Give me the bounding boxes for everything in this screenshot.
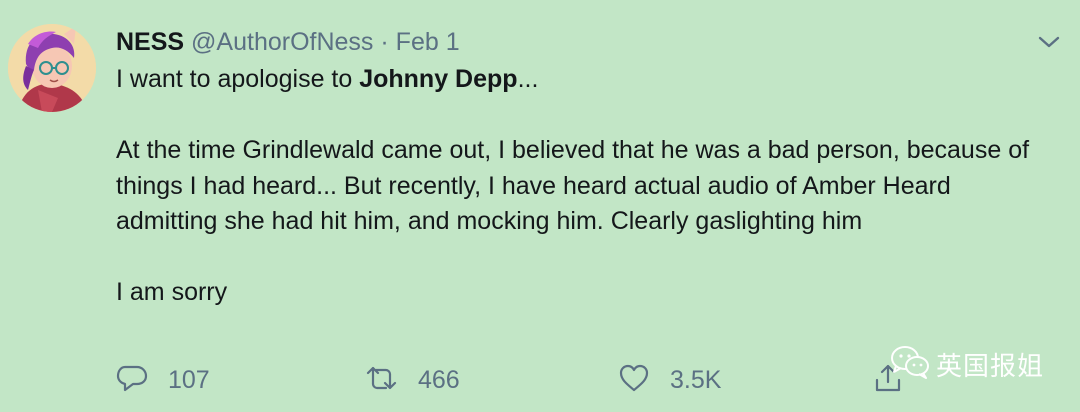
retweet-icon [366, 362, 398, 399]
wechat-icon [890, 345, 930, 384]
tweet-line-1-prefix: I want to apologise to [116, 65, 360, 93]
chevron-down-icon[interactable] [1036, 32, 1062, 52]
author-name[interactable]: NESS [116, 28, 184, 56]
tweet-line-1: I want to apologise to Johnny Depp... [116, 62, 1056, 98]
mention-johnny-depp: Johnny Depp [359, 65, 518, 93]
watermark-text: 英国报姐 [936, 350, 1045, 381]
like-count: 3.5K [670, 365, 722, 394]
tweet-paragraph-2: At the time Grindlewald came out, I beli… [116, 136, 1030, 235]
reply-icon [116, 362, 148, 399]
heart-icon [618, 362, 650, 399]
tweet-paragraph-3: I am sorry [116, 278, 228, 306]
watermark: 英国报姐 [890, 344, 1044, 384]
tweet-line-1-suffix: ... [517, 65, 539, 93]
tweet-header: NESS @AuthorOfNess · Feb 1 [116, 26, 460, 58]
author-handle[interactable]: @AuthorOfNess [191, 28, 373, 56]
avatar[interactable] [8, 24, 96, 112]
like-button[interactable]: 3.5K [618, 362, 721, 398]
tweet-text: I want to apologise to Johnny Depp... At… [116, 62, 1056, 311]
retweet-count: 466 [418, 365, 460, 394]
reply-count: 107 [168, 365, 210, 394]
retweet-button[interactable]: 466 [366, 362, 460, 398]
tweet-date[interactable]: Feb 1 [396, 28, 460, 56]
reply-button[interactable]: 107 [116, 362, 210, 398]
separator-dot: · [380, 28, 389, 56]
